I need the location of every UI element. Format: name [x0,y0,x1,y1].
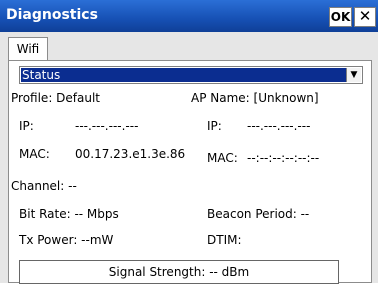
status-dropdown-value: Status [21,68,346,82]
dtim-label: DTIM: [207,233,242,247]
bit-rate-label: Bit Rate: -- Mbps [19,207,119,221]
title-bar: Diagnostics OK ✕ [0,0,378,32]
ok-button[interactable]: OK [329,7,352,27]
close-button[interactable]: ✕ [354,7,376,27]
window-title: Diagnostics [6,7,98,23]
ap-name-label: AP Name: [Unknown] [191,91,319,105]
mac-left-label: MAC: [19,147,50,161]
ip-right-label: IP: [207,119,222,133]
channel-label: Channel: -- [11,179,77,193]
ip-left-label: IP: [19,119,34,133]
status-dropdown[interactable]: Status ▼ [19,66,363,84]
mac-left-value: 00.17.23.e1.3e.86 [75,147,186,161]
tab-wifi[interactable]: Wifi [8,37,48,61]
ip-right-value: ---.---.---.--- [247,119,311,133]
signal-strength-box: Signal Strength: -- dBm [19,260,339,284]
ip-left-value: ---.---.---.--- [75,119,139,133]
tx-power-label: Tx Power: --mW [19,233,114,247]
profile-label: Profile: Default [11,91,101,105]
mac-right-value: --:--:--:--:--:-- [247,151,320,165]
wifi-tab-page: Status ▼ Profile: Default AP Name: [Unkn… [8,60,372,284]
beacon-period-label: Beacon Period: -- [207,207,310,221]
chevron-down-icon[interactable]: ▼ [346,68,361,82]
mac-right-label: MAC: [207,151,238,165]
dialog-body: Wifi Status ▼ Profile: Default AP Name: … [0,32,378,284]
